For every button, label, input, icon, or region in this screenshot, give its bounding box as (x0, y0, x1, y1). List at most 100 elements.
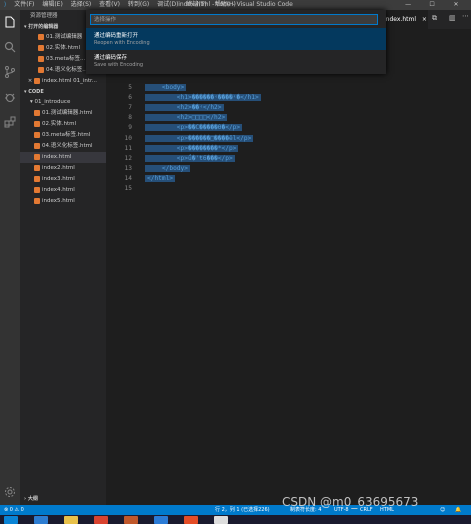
file-item[interactable]: 02.实体.html (20, 119, 106, 130)
html-file-icon (34, 175, 40, 182)
file-item-selected[interactable]: index.html (20, 152, 106, 163)
palette-item-title: 通过编码重新打开 (94, 33, 139, 39)
file-label: 01.测试编辑器.html (42, 110, 93, 116)
code-line[interactable]: </body> (145, 164, 190, 172)
outline-section[interactable]: › 大纲 (20, 494, 106, 504)
file-item[interactable]: index3.html (20, 174, 106, 185)
html-file-icon (34, 109, 40, 116)
maximize-button[interactable]: ☐ (421, 0, 443, 10)
code-line[interactable]: <body> (145, 84, 187, 91)
watermark: CSDN @m0_63695673 (282, 495, 419, 509)
file-item[interactable]: index5.html (20, 196, 106, 207)
file-item[interactable]: 04.语义化标签.html (20, 141, 106, 152)
file-label: index4.html (42, 187, 75, 193)
html-app-icon[interactable] (184, 516, 198, 524)
code-line[interactable]: <p>������□����ĕl</p> (145, 134, 254, 142)
chrome-icon[interactable] (94, 516, 108, 524)
palette-item-subtitle: Save with Encoding (94, 62, 144, 68)
line-number: 15 (124, 185, 132, 192)
layout-icon[interactable]: ▥ (449, 14, 456, 22)
source-control-icon[interactable] (3, 65, 17, 79)
app-icon[interactable] (124, 516, 138, 524)
palette-item-save-encoding[interactable]: 通过编码保存 Save with Encoding (86, 50, 386, 72)
line-number: 13 (124, 164, 132, 172)
close-window-button[interactable]: ✕ (445, 0, 467, 10)
vscode-taskbar-icon[interactable] (154, 516, 168, 524)
cursor-position[interactable]: 行 2，列 1 (已选择226) (215, 505, 270, 515)
palette-item-subtitle: Reopen with Encoding (94, 40, 150, 46)
debug-icon[interactable] (3, 90, 17, 104)
file-label: index5.html (42, 198, 75, 204)
palette-item-reopen-encoding[interactable]: 通过编码重新打开 Reopen with Encoding (86, 28, 386, 50)
file-item[interactable]: index2.html (20, 163, 106, 174)
tab-label: index.html (384, 16, 416, 23)
windows-start-icon[interactable] (4, 516, 18, 524)
file-item[interactable]: index4.html (20, 185, 106, 196)
line-number: 6 (128, 94, 132, 102)
minimize-button[interactable]: — (397, 0, 419, 10)
split-editor-icon[interactable]: ⧉ (432, 14, 437, 23)
menu-goto[interactable]: 转到(G) (128, 1, 149, 8)
tab-close-icon[interactable]: × (422, 16, 427, 23)
menu-terminal[interactable]: 终端(T) (186, 1, 206, 8)
code-line[interactable]: <h2>□□□□</h2> (145, 114, 228, 122)
open-editor-label: 03.meta标签... (46, 56, 86, 62)
code-line[interactable]: <p>ǘ�'ŧ6���</p> (145, 154, 235, 162)
html-file-icon (34, 120, 40, 127)
title-bar: index.html - code - Visual Studio Code ⟩… (0, 0, 471, 10)
ie-browser-icon[interactable] (34, 516, 48, 524)
file-explorer-icon[interactable] (64, 516, 78, 524)
line-number: 12 (124, 154, 132, 162)
close-icon[interactable]: × (26, 76, 34, 87)
html-file-icon (34, 77, 40, 84)
code-line[interactable]: <p>��C�����ϴ�</p> (145, 124, 243, 132)
html-file-icon (38, 66, 44, 73)
html-file-icon (34, 153, 40, 160)
extensions-icon[interactable] (3, 115, 17, 129)
problems-indicator[interactable]: ⊗ 0 ⚠ 0 (4, 505, 24, 515)
command-palette: 选择操作 通过编码重新打开 Reopen with Encoding 通过编码保… (86, 10, 386, 74)
search-icon[interactable] (3, 40, 17, 54)
line-number: 7 (128, 104, 132, 112)
open-editor-label: 01.测试编辑器 (46, 34, 83, 40)
file-label: 04.语义化标签.html (42, 143, 93, 149)
code-line[interactable]: <h2>��ʵ</h2> (145, 104, 224, 112)
settings-gear-icon[interactable] (3, 485, 17, 499)
notepad-icon[interactable] (214, 516, 228, 524)
open-editor-label: 04.语义化标签... (46, 67, 88, 73)
html-file-icon (38, 55, 44, 62)
command-palette-input[interactable]: 选择操作 (90, 14, 378, 25)
line-number: 8 (128, 114, 132, 122)
file-item[interactable]: 01.测试编辑器.html (20, 108, 106, 119)
html-file-icon (34, 164, 40, 171)
feedback-icon[interactable]: ☺ (440, 505, 445, 515)
menu-view[interactable]: 查看(V) (99, 1, 120, 8)
code-line[interactable]: <p>��������*</p> (145, 144, 239, 152)
activity-bar (0, 10, 20, 505)
workspace-section[interactable]: ▾ CODE (20, 87, 106, 97)
file-label: index3.html (42, 176, 75, 182)
html-file-icon (34, 197, 40, 204)
more-actions-icon[interactable]: ⋯ (462, 12, 469, 20)
file-label: index2.html (42, 165, 75, 171)
file-label: 03.meta标签.html (42, 132, 91, 138)
open-editor-label: 02.实体.html (46, 45, 81, 51)
line-number: 9 (128, 124, 132, 132)
line-number: 10 (124, 134, 132, 142)
menu-file[interactable]: 文件(F) (14, 1, 34, 8)
menu-edit[interactable]: 编辑(E) (42, 1, 62, 8)
files-icon[interactable] (3, 15, 17, 29)
file-label: 02.实体.html (42, 121, 77, 127)
file-item[interactable]: 03.meta标签.html (20, 130, 106, 141)
open-editor-item-active[interactable]: × index.html 01_intr... (20, 76, 106, 87)
outline-label: 大纲 (27, 496, 38, 502)
bell-icon[interactable]: 🔔 (455, 505, 461, 515)
menu-selection[interactable]: 选择(S) (71, 1, 92, 8)
folder-item[interactable]: ▾ 01_introduce (20, 97, 106, 108)
code-line[interactable]: </html> (145, 174, 176, 182)
html-file-icon (38, 44, 44, 51)
menu-help[interactable]: 帮助(H) (215, 1, 236, 8)
workspace-label: CODE (28, 89, 44, 95)
menu-debug[interactable]: 调试(D) (157, 1, 178, 8)
code-line[interactable]: <h1>������ʵ����ʵ�</h1> (145, 94, 261, 102)
